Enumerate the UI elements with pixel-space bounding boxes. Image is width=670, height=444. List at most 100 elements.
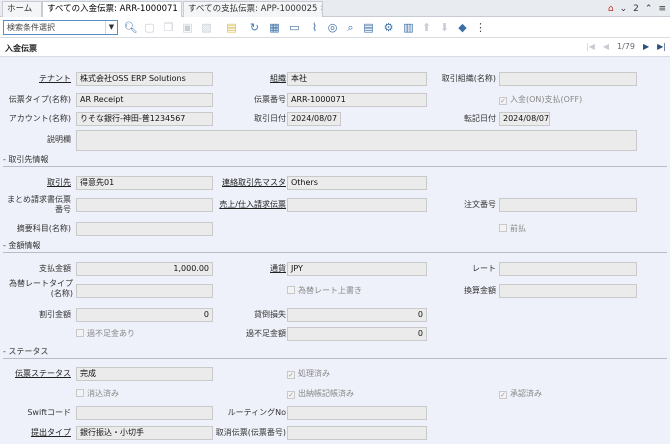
currency-label[interactable]: 通貨 (216, 264, 286, 274)
previous-record-icon[interactable]: ◀ (603, 42, 609, 51)
last-record-icon[interactable]: ▶| (657, 42, 666, 51)
close-icon[interactable]: ✖ (320, 4, 322, 14)
processed-checkbox[interactable]: ✓ 処理済み (287, 369, 330, 379)
swift-label: Swiftコード (27, 408, 71, 417)
trx-org-field[interactable] (499, 72, 637, 86)
overunder-label: 過不足金額 (246, 329, 286, 338)
save-icon[interactable]: ▣ (181, 21, 194, 34)
approved-checkbox[interactable]: ✓ 承認済み (499, 389, 542, 399)
top-right-icons: ⌂ ⌄ 2 ⌃ ≡ (608, 2, 666, 15)
arrow-up-icon[interactable]: ⬆ (420, 21, 433, 34)
writeoff-field[interactable]: 0 (287, 308, 427, 322)
section-divider (3, 166, 667, 167)
overunder-checkbox[interactable]: 過不足金あり (76, 329, 135, 339)
docno-field[interactable]: ARR-1000071 (287, 93, 427, 107)
order-label: 注文番号 (464, 200, 496, 209)
search-query-combo[interactable]: 検索条件選択 ▼ (3, 20, 118, 35)
account-label: アカウント(名称) (8, 114, 71, 123)
prepay-checkbox[interactable]: 前払 (499, 224, 526, 234)
invoice-label[interactable]: 売上/仕入請求伝票 (216, 200, 286, 210)
reversal-field[interactable] (287, 426, 427, 440)
acctdate-field[interactable]: 2024/08/07 (499, 112, 550, 126)
refresh-icon[interactable]: ↻ (248, 21, 261, 34)
page-title: 入金伝票 (5, 44, 37, 53)
payamt-field[interactable]: 1,000.00 (76, 262, 213, 276)
notification-chevron-icon[interactable]: ⌄ (620, 4, 628, 14)
conv-amt-field[interactable] (499, 284, 637, 298)
tab-home[interactable]: ホーム (2, 1, 42, 17)
bpcontact-field[interactable]: Others (287, 176, 427, 190)
doctype-field[interactable]: AR Receipt (76, 93, 213, 107)
section-bp-title[interactable]: - 取引先情報 (3, 154, 48, 165)
conv-type-label: 為替レートタイプ(名称) (9, 279, 73, 298)
tenant-field[interactable]: 株式会社OSS ERP Solutions (76, 72, 213, 86)
search-icon[interactable]: 🔍︎ (124, 21, 138, 34)
form-panel: テナント 株式会社OSS ERP Solutions 組織 本社 取引組織(名称… (0, 57, 670, 444)
new-icon[interactable]: ▢ (143, 21, 156, 34)
currency-field[interactable]: JPY (287, 262, 427, 276)
conv-amt-label: 換算金額 (464, 286, 496, 295)
trxdate-field[interactable]: 2024/08/07 (287, 112, 341, 126)
document-icon[interactable]: ▥ (402, 21, 415, 34)
docstatus-label[interactable]: 伝票ステータス (5, 369, 71, 379)
tab-bar: ホーム すべての入金伝票: ARR-1000071✖ すべての支払伝票: APP… (0, 0, 670, 17)
org-field[interactable]: 本社 (287, 72, 427, 86)
section-amount-title[interactable]: - 金額情報 (3, 240, 40, 251)
tender-field[interactable]: 銀行振込・小切手 (76, 426, 213, 440)
bp-label[interactable]: 取引先 (5, 178, 71, 188)
bp-field[interactable]: 得意先01 (76, 176, 213, 190)
order-field[interactable] (499, 198, 637, 212)
invoice-batch-field[interactable] (76, 198, 213, 212)
note-icon[interactable]: ▤ (225, 21, 238, 34)
receipt-checkbox[interactable]: ✓ 入金(ON)支払(OFF) (499, 95, 582, 105)
org-label[interactable]: 組織 (216, 74, 286, 84)
overunder-field[interactable]: 0 (287, 327, 427, 341)
invoice-field[interactable] (287, 198, 427, 212)
zoom-icon[interactable]: ◎ (326, 21, 339, 34)
chevron-down-icon[interactable]: ▼ (105, 21, 117, 34)
window-icon[interactable]: ▭ (288, 21, 301, 34)
account-field[interactable]: りそな銀行-神田-普1234567 (76, 112, 213, 126)
more-icon[interactable]: ⋮ (474, 21, 487, 34)
toolbar: 検索条件選択 ▼ 🔍︎ ▢ ❐ ▣ ▧ ▤ ↻ ▦ ▭ ⌇ ◎ ⌕ ▤ ⚙ ▥ … (0, 17, 670, 38)
copy-icon[interactable]: ❐ (162, 21, 175, 34)
charge-field[interactable] (76, 222, 213, 236)
swift-field[interactable] (76, 406, 213, 420)
conv-type-field[interactable] (76, 284, 213, 298)
report-icon[interactable]: ▤ (362, 21, 375, 34)
routing-field[interactable] (287, 406, 427, 420)
attachment-icon[interactable]: ⌇ (308, 21, 321, 34)
next-record-icon[interactable]: ▶ (643, 42, 649, 51)
desc-field[interactable] (76, 130, 637, 151)
section-status-title[interactable]: - ステータス (3, 346, 48, 357)
tab-receipt[interactable]: すべての入金伝票: ARR-1000071✖ (42, 1, 182, 17)
trxdate-label: 取引日付 (254, 114, 286, 123)
invoice-batch-label: まとめ請求書伝票番号 (7, 195, 71, 214)
close-icon[interactable]: ✖ (181, 4, 182, 14)
discount-label: 割引金額 (39, 310, 71, 319)
grid-icon[interactable]: ▦ (268, 21, 281, 34)
menu-icon[interactable]: ≡ (658, 4, 666, 14)
discount-field[interactable]: 0 (76, 308, 213, 322)
rate-label: レート (472, 264, 496, 273)
home-icon[interactable]: ⌂ (608, 4, 614, 14)
docstatus-field[interactable]: 完成 (76, 367, 213, 381)
onstatement-checkbox-label: 出納帳記帳済み (298, 389, 354, 398)
rate-field[interactable] (499, 262, 637, 276)
checkbox-checked-icon: ✓ (499, 97, 507, 105)
tag-icon[interactable]: ◆ (456, 21, 469, 34)
delete-icon[interactable]: ▧ (200, 21, 213, 34)
onstatement-checkbox[interactable]: ✓ 出納帳記帳済み (287, 389, 354, 399)
gear-icon[interactable]: ⚙ (382, 21, 395, 34)
reconciled-checkbox[interactable]: 消込済み (76, 389, 119, 399)
override-checkbox[interactable]: 為替レート上書き (287, 286, 362, 296)
bpcontact-label[interactable]: 連絡取引先マスタ (216, 178, 286, 188)
doctype-label: 伝票タイプ(名称) (8, 95, 71, 104)
arrow-down-icon[interactable]: ⬇ (438, 21, 451, 34)
tenant-label[interactable]: テナント (5, 74, 71, 84)
first-record-icon[interactable]: |◀ (586, 42, 595, 51)
tender-label[interactable]: 提出タイプ (5, 428, 71, 438)
collapse-icon[interactable]: ⌃ (645, 4, 653, 14)
tab-payment[interactable]: すべての支払伝票: APP-1000025✖ (183, 1, 323, 17)
find-icon[interactable]: ⌕ (344, 21, 357, 34)
